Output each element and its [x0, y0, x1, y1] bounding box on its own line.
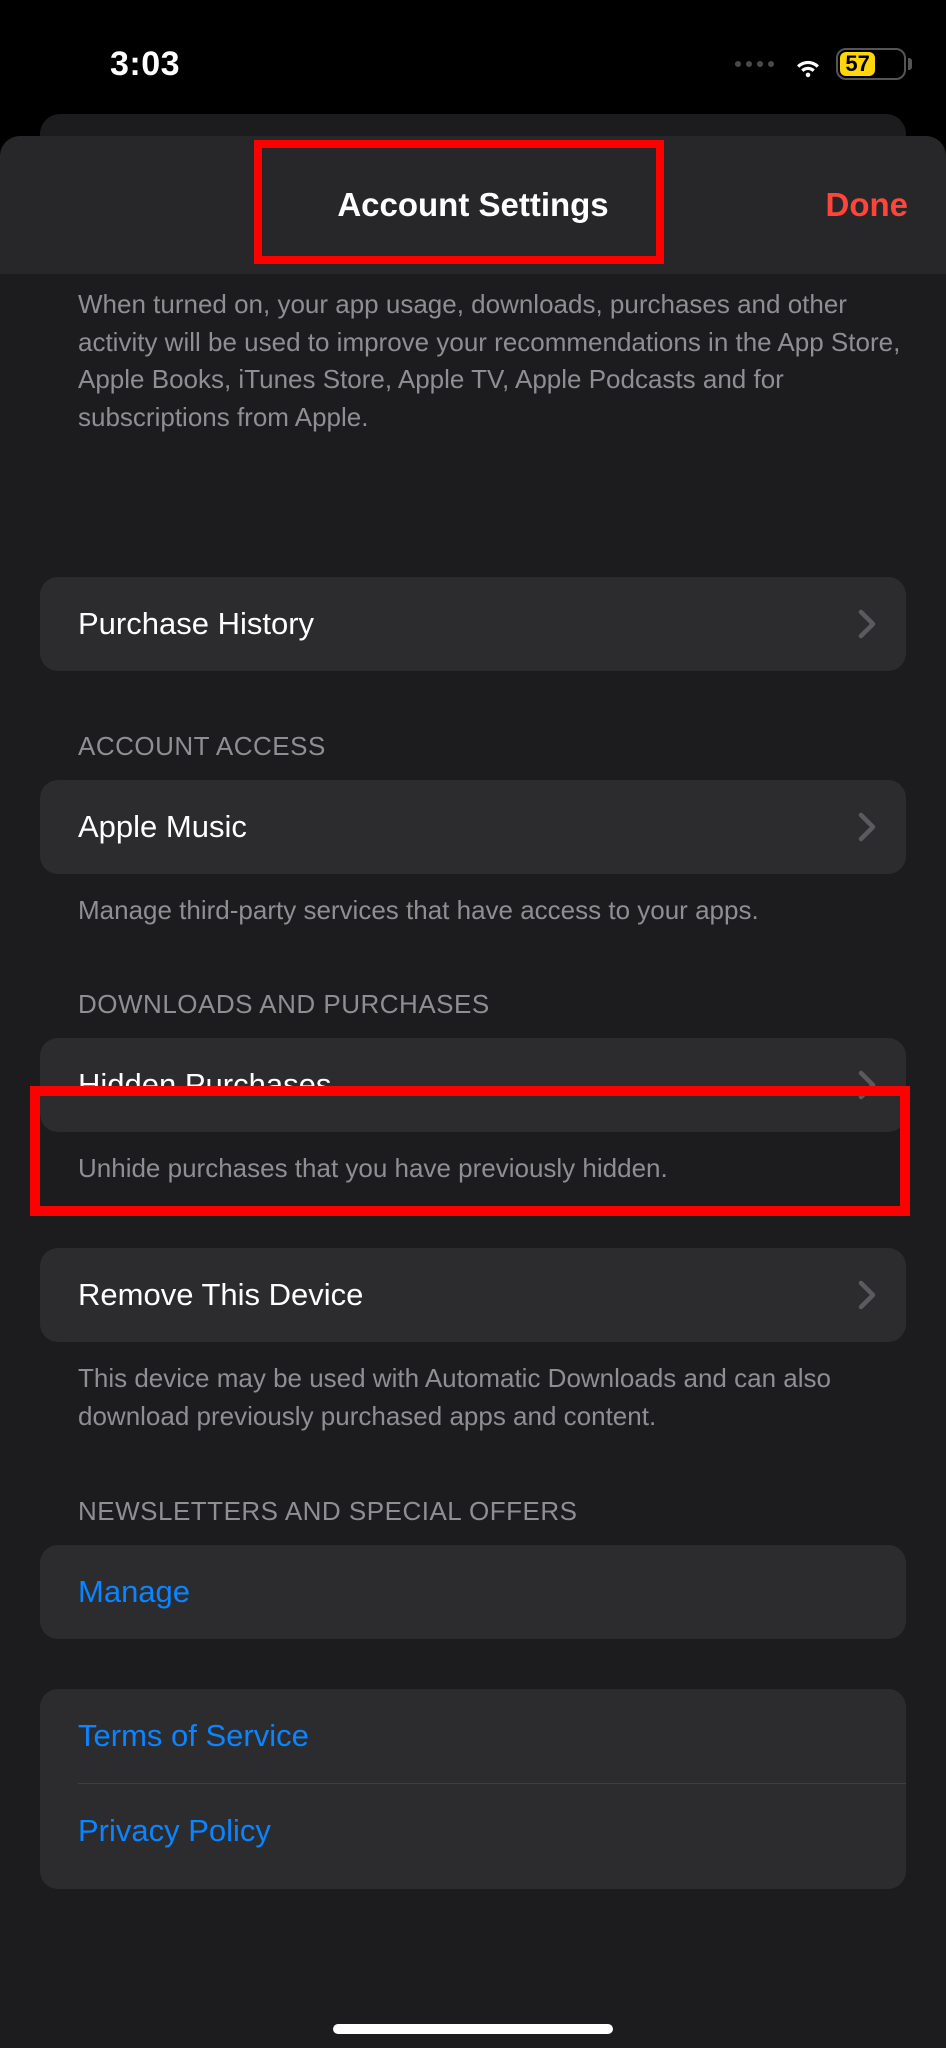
apple-music-row[interactable]: Apple Music — [40, 780, 906, 874]
screen: { "status_bar": { "time": "3:03", "batte… — [0, 0, 946, 2048]
battery-level: 57 — [840, 52, 875, 76]
spacer — [0, 437, 946, 507]
remove-device-group: Remove This Device — [40, 1248, 906, 1342]
terms-label: Terms of Service — [78, 1718, 309, 1754]
privacy-policy-row[interactable]: Privacy Policy — [40, 1784, 906, 1889]
status-time: 3:03 — [40, 45, 180, 84]
account-access-group: Apple Music — [40, 780, 906, 874]
purchase-history-row[interactable]: Purchase History — [40, 577, 906, 671]
done-button[interactable]: Done — [826, 186, 909, 224]
chevron-right-icon — [858, 609, 876, 639]
battery-icon: 57 — [836, 48, 906, 80]
remove-device-footer: This device may be used with Automatic D… — [0, 1342, 946, 1435]
page-title: Account Settings — [337, 186, 608, 224]
status-bar: 3:03 57 — [0, 0, 946, 110]
purchase-history-group: Purchase History — [40, 577, 906, 671]
purchase-history-label: Purchase History — [78, 606, 314, 642]
status-right: 57 — [735, 48, 906, 80]
sheet-content: When turned on, your app usage, download… — [0, 274, 946, 2048]
personalized-recs-footer: When turned on, your app usage, download… — [0, 274, 946, 437]
privacy-label: Privacy Policy — [78, 1813, 271, 1849]
downloads-group: Hidden Purchases — [40, 1038, 906, 1132]
account-access-footer: Manage third-party services that have ac… — [0, 874, 946, 930]
home-indicator[interactable] — [333, 2024, 613, 2034]
account-access-header: ACCOUNT ACCESS — [0, 671, 946, 774]
manage-label: Manage — [78, 1574, 190, 1610]
hidden-purchases-footer: Unhide purchases that you have previousl… — [0, 1132, 946, 1188]
hidden-purchases-row[interactable]: Hidden Purchases — [40, 1038, 906, 1132]
remove-device-row[interactable]: Remove This Device — [40, 1248, 906, 1342]
remove-device-label: Remove This Device — [78, 1277, 363, 1313]
apple-music-label: Apple Music — [78, 809, 247, 845]
wifi-icon — [792, 48, 824, 80]
newsletters-group: Manage — [40, 1545, 906, 1639]
account-settings-sheet: Account Settings Done When turned on, yo… — [0, 136, 946, 2048]
sheet-header: Account Settings Done — [0, 136, 946, 274]
chevron-right-icon — [858, 1070, 876, 1100]
newsletters-header: NEWSLETTERS AND SPECIAL OFFERS — [0, 1436, 946, 1539]
terms-of-service-row[interactable]: Terms of Service — [40, 1689, 906, 1783]
hidden-purchases-label: Hidden Purchases — [78, 1067, 331, 1103]
chevron-right-icon — [858, 1280, 876, 1310]
downloads-header: DOWNLOADS AND PURCHASES — [0, 929, 946, 1032]
chevron-right-icon — [858, 812, 876, 842]
manage-newsletters-row[interactable]: Manage — [40, 1545, 906, 1639]
cellular-dots-icon — [735, 61, 774, 67]
legal-group: Terms of Service Privacy Policy — [40, 1689, 906, 1889]
